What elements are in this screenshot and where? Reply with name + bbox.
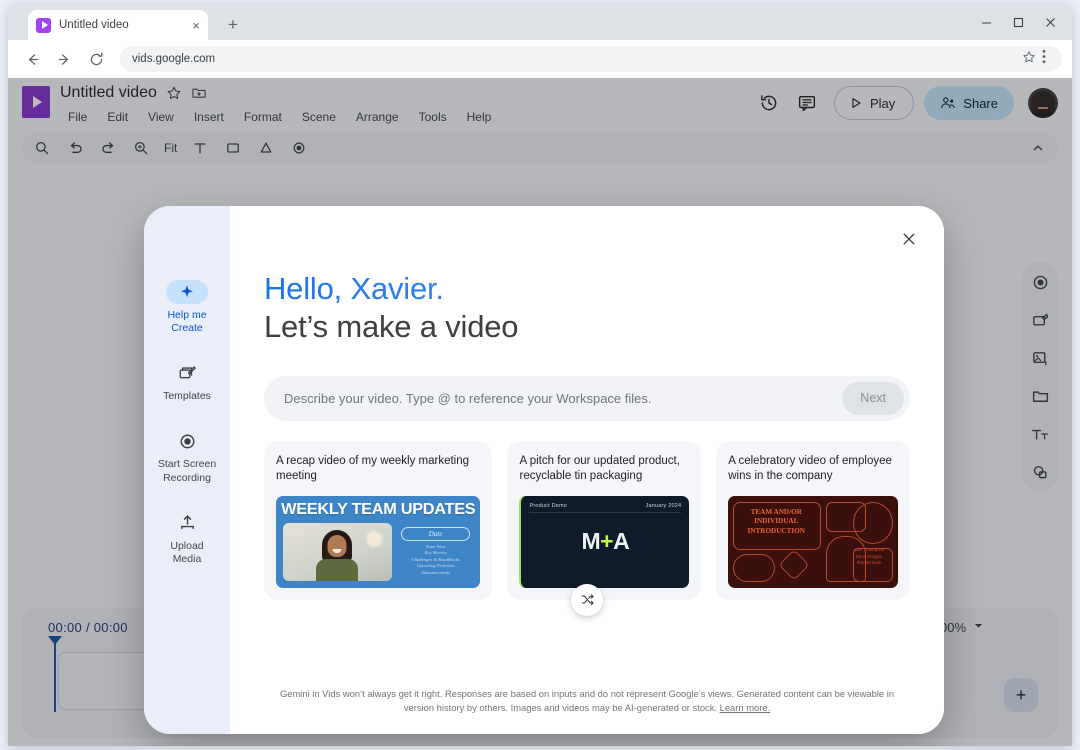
reload-icon[interactable]: [82, 45, 110, 73]
suggestion-card-thumbnail: TEAM AND/OR INDIVIDUAL INTRODUCTION Alex…: [728, 495, 899, 588]
greeting-accent-text: Hello, Xavier.: [264, 270, 910, 308]
sidebar-item-templates[interactable]: Templates: [149, 361, 225, 403]
suggestion-card[interactable]: A pitch for our updated product, recycla…: [507, 440, 702, 600]
vids-favicon-icon: [36, 17, 51, 33]
browser-omnibar: vids.google.com: [8, 40, 1072, 78]
close-dialog-icon[interactable]: [894, 224, 924, 254]
templates-icon: [166, 361, 208, 385]
wordmark-plus: +: [600, 528, 614, 555]
close-window-icon[interactable]: [1034, 4, 1066, 40]
greeting-main-text: Let’s make a video: [264, 308, 519, 344]
sidebar-label-line-1: Help me: [167, 309, 207, 321]
suggestion-cards: A recap video of my weekly marketing mee…: [264, 440, 911, 616]
wordmark-left: M: [581, 528, 601, 555]
sidebar-item-upload-media[interactable]: Upload Media: [149, 511, 225, 566]
ai-disclaimer: Gemini in Vids won’t always get it right…: [264, 687, 910, 716]
suggestion-card-text: A pitch for our updated product, recycla…: [519, 454, 680, 483]
greeting: Hello, Xavier. Let’s make a video: [264, 270, 910, 346]
sidebar-item-help-me-create[interactable]: Help me Create: [149, 280, 225, 335]
back-icon[interactable]: [18, 45, 46, 73]
browser-window: Untitled video × + vids.google.com Untit…: [8, 4, 1072, 746]
record-icon: [166, 429, 208, 453]
sidebar-label-line-2: Recording: [163, 471, 211, 484]
upload-icon: [166, 511, 208, 535]
wordmark-right: A: [613, 528, 630, 555]
prompt-input[interactable]: [284, 390, 843, 406]
thumbnail-name: Alex Thompson: [853, 547, 885, 553]
suggestion-card-text: A celebratory video of employee wins in …: [728, 454, 892, 483]
sidebar-label-line-2: Media: [172, 552, 202, 565]
prompt-bar: Next: [264, 375, 910, 421]
shuffle-icon: [581, 594, 594, 606]
thumbnail-names: Alex Thompson Dana Morgan Rachel Irwin: [846, 547, 892, 566]
sidebar-label-templates: Templates: [163, 390, 211, 403]
sidebar-item-start-screen-recording[interactable]: Start Screen Recording: [149, 429, 225, 484]
thumbnail-title: WEEKLY TEAM UPDATES: [281, 500, 476, 518]
minimize-icon[interactable]: [970, 4, 1002, 40]
thumbnail-bullet: Announcements: [420, 570, 451, 575]
suggestion-card-text: A recap video of my weekly marketing mee…: [276, 454, 470, 483]
address-bar-url: vids.google.com: [132, 53, 216, 65]
new-tab-button[interactable]: +: [222, 14, 244, 36]
learn-more-link[interactable]: Learn more.: [720, 702, 771, 713]
suggestion-card-thumbnail: Product Demo January 2024 M + A: [519, 495, 690, 588]
browser-tab[interactable]: Untitled video ×: [28, 10, 208, 40]
tab-close-icon[interactable]: ×: [192, 19, 200, 32]
disclaimer-text: Gemini in Vids won’t always get it right…: [279, 687, 895, 714]
browser-tab-title: Untitled video: [59, 19, 129, 31]
sidebar-label-line-2: Create: [171, 322, 203, 335]
forward-icon[interactable]: [50, 45, 78, 73]
thumbnail-name: Dana Morgan: [855, 553, 883, 559]
next-button[interactable]: Next: [842, 381, 904, 415]
thumbnail-bullet: Key Metrics: [424, 550, 447, 556]
browser-menu-icon[interactable]: [1038, 49, 1050, 69]
address-bar[interactable]: vids.google.com: [120, 46, 1062, 72]
thumbnail-bullet: Team Wins: [425, 543, 446, 549]
thumbnail-wordmark: M + A: [521, 496, 689, 588]
maximize-icon[interactable]: [1002, 4, 1034, 40]
bookmark-star-icon[interactable]: [1022, 50, 1036, 69]
shuffle-suggestions-button[interactable]: [571, 583, 603, 616]
thumbnail-title: TEAM AND/OR INDIVIDUAL INTRODUCTION: [747, 507, 805, 536]
help-me-create-dialog: Help me Create Templates Start Screen Re…: [144, 206, 944, 734]
sparkle-icon: [166, 280, 208, 304]
browser-tab-strip: Untitled video × +: [8, 4, 1072, 40]
suggestion-card[interactable]: A celebratory video of employee wins in …: [716, 440, 911, 600]
dialog-sidebar: Help me Create Templates Start Screen Re…: [144, 206, 230, 734]
vids-app: Untitled video File Edit View Insert For…: [8, 78, 1072, 746]
window-controls: [970, 4, 1066, 40]
thumbnail-bullet: Upcoming Priorities: [416, 563, 455, 569]
sidebar-label-line-1: Start Screen: [157, 458, 217, 471]
suggestion-card-thumbnail: WEEKLY TEAM UPDATES Date Team Wins Key M…: [276, 495, 481, 588]
suggestion-card[interactable]: A recap video of my weekly marketing mee…: [264, 440, 493, 600]
thumbnail-photo: [283, 522, 392, 581]
thumbnail-name: Rachel Irwin: [856, 560, 882, 566]
dialog-content: Hello, Xavier. Let’s make a video Next A…: [230, 206, 944, 734]
thumbnail-date-chip: Date: [401, 526, 470, 541]
thumbnail-bullet: Challenges & Roadblocks: [411, 556, 460, 562]
thumbnail-bullets: Team Wins Key Metrics Challenges & Roadb…: [398, 543, 474, 576]
sidebar-label-line-1: Upload: [170, 539, 204, 552]
